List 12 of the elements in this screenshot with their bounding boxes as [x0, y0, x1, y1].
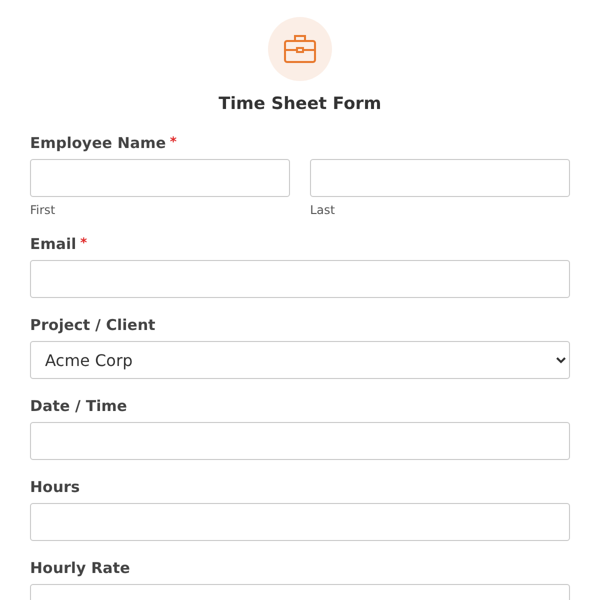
required-mark: *	[170, 134, 177, 152]
field-label: Hours	[30, 477, 80, 497]
field-label: Project / Client	[30, 315, 156, 335]
sublabel: Last	[310, 203, 336, 217]
field-label: Email	[30, 234, 76, 254]
field-label: Date / Time	[30, 396, 128, 416]
select-field[interactable]: Acme Corp	[30, 341, 570, 379]
required-mark: *	[80, 235, 88, 253]
form-title: Time Sheet Form	[218, 93, 382, 115]
sublabel: First	[30, 203, 56, 217]
field-label: Hourly Rate	[30, 558, 130, 578]
field-label: Employee Name	[30, 133, 166, 153]
